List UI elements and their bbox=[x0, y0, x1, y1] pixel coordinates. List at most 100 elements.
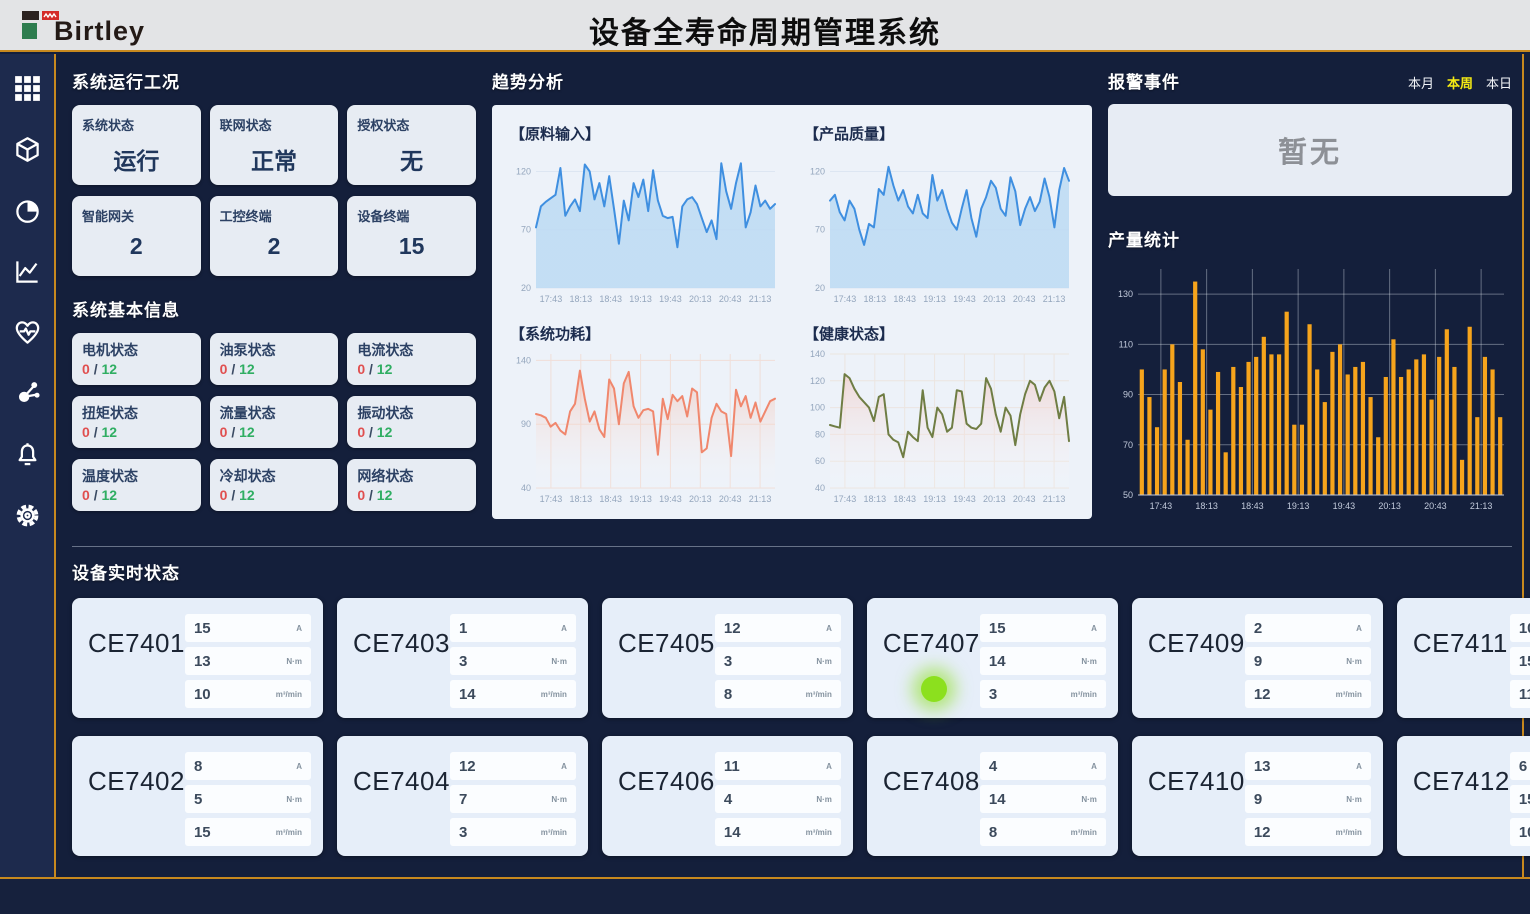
device-value: 12 bbox=[459, 758, 476, 775]
info-card-counts: 0 / 12 bbox=[82, 487, 191, 503]
device-values: 15 A 13 N·m 10 m³/min bbox=[185, 614, 311, 708]
svg-text:140: 140 bbox=[810, 349, 825, 359]
device-value: 10 bbox=[1519, 620, 1530, 637]
device-value: 14 bbox=[989, 791, 1006, 808]
info-card-label: 冷却状态 bbox=[220, 466, 329, 486]
trend-line-chart: 17:4318:1318:4319:1319:4320:1320:4321:13… bbox=[800, 346, 1077, 506]
svg-text:110: 110 bbox=[1119, 339, 1133, 349]
svg-text:50: 50 bbox=[1123, 490, 1133, 500]
device-card[interactable]: CE7409 2 A 9 N·m 12 m³/min bbox=[1132, 598, 1383, 718]
device-value-row: 6 A bbox=[1510, 752, 1530, 780]
status-card-label: 联网状态 bbox=[220, 115, 329, 134]
device-card[interactable]: CE7402 8 A 5 N·m 15 m³/min bbox=[72, 736, 323, 856]
trend-chart-title: 【产品质量】 bbox=[804, 123, 1078, 144]
main-content: 系统运行工况 系统状态 运行 联网状态 正常 授权状态 无 智能网关 2 工控终… bbox=[58, 54, 1524, 877]
device-name: CE7405 bbox=[618, 628, 715, 708]
svg-text:70: 70 bbox=[815, 225, 825, 235]
device-values: 4 A 14 N·m 8 m³/min bbox=[980, 752, 1106, 846]
app-grid-icon[interactable] bbox=[13, 74, 41, 102]
status-card-value: 运行 bbox=[82, 142, 191, 176]
info-card-total: 12 bbox=[101, 487, 117, 503]
device-value-row: 8 m³/min bbox=[980, 818, 1106, 846]
device-card[interactable]: CE7404 12 A 7 N·m 3 m³/min bbox=[337, 736, 588, 856]
trend-line-chart: 17:4318:1318:4319:1319:4320:1320:4321:13… bbox=[800, 146, 1077, 306]
device-value: 13 bbox=[1254, 758, 1271, 775]
production-bar-chart: 17:4318:1318:4319:1319:4320:1320:4321:13… bbox=[1108, 261, 1512, 513]
device-name: CE7404 bbox=[353, 766, 450, 846]
svg-text:20:43: 20:43 bbox=[1424, 501, 1447, 511]
alarm-tab[interactable]: 本日 bbox=[1486, 73, 1512, 92]
device-value: 5 bbox=[194, 791, 202, 808]
device-card[interactable]: CE7407 15 A 14 N·m 3 m³/min bbox=[867, 598, 1118, 718]
device-unit: A bbox=[1356, 762, 1362, 771]
pie-chart-icon[interactable] bbox=[13, 196, 41, 224]
device-card[interactable]: CE7406 11 A 4 N·m 14 m³/min bbox=[602, 736, 853, 856]
device-unit: A bbox=[1091, 762, 1097, 771]
device-value-row: 15 m³/min bbox=[185, 818, 311, 846]
svg-text:21:13: 21:13 bbox=[1470, 501, 1493, 511]
device-value-row: 14 N·m bbox=[980, 785, 1106, 813]
device-card[interactable]: CE7405 12 A 3 N·m 8 m³/min bbox=[602, 598, 853, 718]
cube-icon[interactable] bbox=[13, 135, 41, 163]
device-value-row: 3 m³/min bbox=[980, 680, 1106, 708]
health-heart-icon[interactable] bbox=[13, 318, 41, 346]
device-card[interactable]: CE7403 1 A 3 N·m 14 m³/min bbox=[337, 598, 588, 718]
info-card-separator: / bbox=[231, 361, 239, 377]
status-card-value: 无 bbox=[357, 142, 466, 176]
alarm-tab[interactable]: 本月 bbox=[1408, 73, 1434, 92]
device-active-indicator bbox=[921, 676, 947, 702]
device-unit: N·m bbox=[816, 657, 832, 666]
info-card: 扭矩状态 0 / 12 bbox=[72, 396, 201, 448]
device-value-row: 13 N·m bbox=[185, 647, 311, 675]
info-card-current: 0 bbox=[357, 487, 365, 503]
gear-icon[interactable] bbox=[13, 501, 41, 529]
svg-text:18:13: 18:13 bbox=[864, 494, 887, 504]
info-card: 电流状态 0 / 12 bbox=[347, 333, 476, 385]
device-unit: N·m bbox=[1346, 795, 1362, 804]
svg-text:19:13: 19:13 bbox=[923, 294, 946, 304]
device-unit: m³/min bbox=[1071, 690, 1097, 699]
svg-text:120: 120 bbox=[516, 166, 531, 176]
svg-text:18:43: 18:43 bbox=[893, 494, 916, 504]
device-value-row: 15 N·m bbox=[1510, 785, 1530, 813]
trend-chart-block: 【系统功耗】 17:4318:1318:4319:1319:4320:1320:… bbox=[506, 319, 784, 513]
device-name: CE7411 bbox=[1413, 628, 1508, 708]
info-card-counts: 0 / 12 bbox=[357, 424, 466, 440]
status-card-value: 2 bbox=[220, 233, 329, 260]
status-card-label: 授权状态 bbox=[357, 115, 466, 134]
svg-text:18:43: 18:43 bbox=[1241, 501, 1264, 511]
device-value: 8 bbox=[724, 686, 732, 703]
info-card-current: 0 bbox=[82, 487, 90, 503]
info-card-total: 12 bbox=[101, 361, 117, 377]
line-chart-icon[interactable] bbox=[13, 257, 41, 285]
info-card-current: 0 bbox=[220, 361, 228, 377]
device-card[interactable]: CE7408 4 A 14 N·m 8 m³/min bbox=[867, 736, 1118, 856]
device-value: 11 bbox=[1519, 686, 1530, 703]
device-card[interactable]: CE7410 13 A 9 N·m 12 m³/min bbox=[1132, 736, 1383, 856]
device-unit: N·m bbox=[1081, 795, 1097, 804]
device-card[interactable]: CE7412 6 A 15 N·m 10 m³/min bbox=[1397, 736, 1530, 856]
bell-icon[interactable] bbox=[13, 440, 41, 468]
info-card-label: 扭矩状态 bbox=[82, 403, 191, 423]
trend-chart-title: 【原料输入】 bbox=[510, 123, 784, 144]
info-card: 网络状态 0 / 12 bbox=[347, 459, 476, 511]
svg-text:19:43: 19:43 bbox=[659, 294, 682, 304]
info-card-label: 温度状态 bbox=[82, 466, 191, 486]
molecule-icon[interactable] bbox=[13, 379, 41, 407]
device-grid: CE7401 15 A 13 N·m 10 m³/min CE7403 1 A … bbox=[72, 598, 1512, 856]
alarm-empty-card: 暂无 bbox=[1108, 104, 1512, 196]
alarm-tab[interactable]: 本周 bbox=[1447, 73, 1473, 92]
system-status-section: 系统运行工况 系统状态 运行 联网状态 正常 授权状态 无 智能网关 2 工控终… bbox=[72, 68, 476, 511]
device-unit: m³/min bbox=[541, 690, 567, 699]
page-title: 设备全寿命周期管理系统 bbox=[0, 8, 1530, 52]
svg-text:17:43: 17:43 bbox=[834, 494, 857, 504]
device-name: CE7406 bbox=[618, 766, 715, 846]
basic-info-grid: 电机状态 0 / 12 油泵状态 0 / 12 电流状态 0 / 12 扭矩状态… bbox=[72, 333, 476, 511]
device-card[interactable]: CE7401 15 A 13 N·m 10 m³/min bbox=[72, 598, 323, 718]
device-values: 10 A 15 N·m 11 m³/min bbox=[1510, 614, 1530, 708]
info-card-current: 0 bbox=[357, 361, 365, 377]
device-unit: A bbox=[561, 624, 567, 633]
device-card[interactable]: CE7411 10 A 15 N·m 11 m³/min bbox=[1397, 598, 1530, 718]
device-value: 3 bbox=[989, 686, 997, 703]
device-unit: A bbox=[561, 762, 567, 771]
